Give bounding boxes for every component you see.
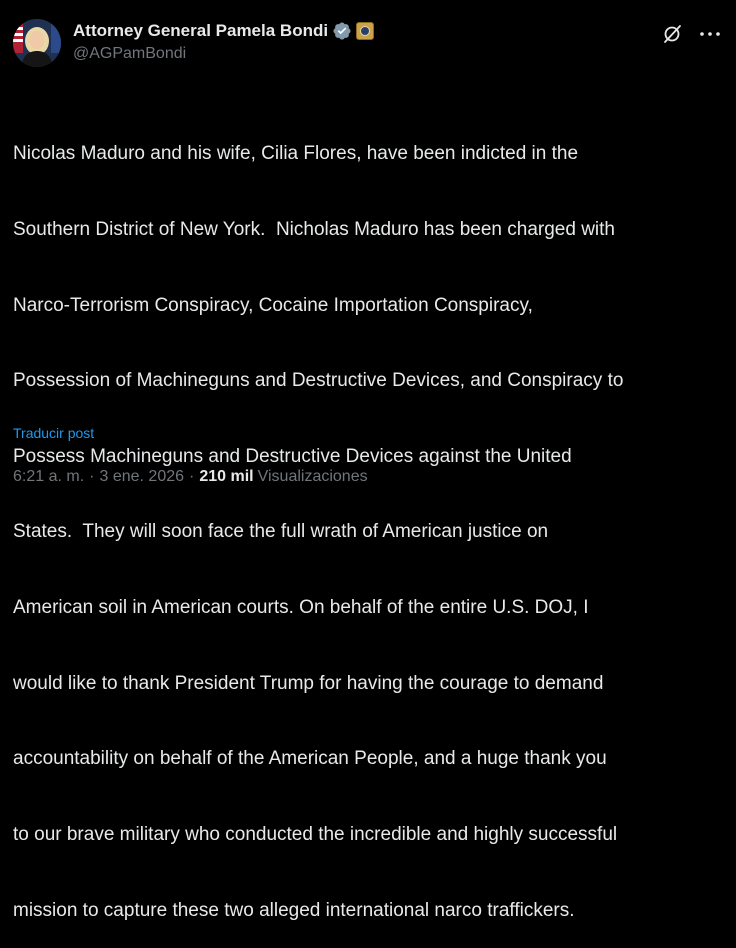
meta-separator: · [89, 468, 95, 485]
views-label: Visualizaciones [257, 468, 368, 485]
tweet-line: mission to capture these two alleged int… [13, 899, 575, 921]
tweet-line: to our brave military who conducted the … [13, 823, 618, 845]
tweet-header: Attorney General Pamela Bondi @AGPamBond… [13, 13, 723, 69]
author-name-row: Attorney General Pamela Bondi [73, 19, 375, 43]
tweet-line: accountability on behalf of the American… [13, 748, 607, 770]
grok-slash-icon[interactable] [661, 23, 683, 45]
more-dots-icon[interactable] [697, 23, 723, 45]
author-handle[interactable]: @AGPamBondi [73, 45, 374, 63]
translate-post-link[interactable]: Traducir post [13, 425, 94, 441]
verified-badge-icon[interactable] [332, 21, 352, 41]
doj-seal-badge-icon[interactable] [356, 22, 375, 40]
tweet-line: Narco-Terrorism Conspiracy, Cocaine Impo… [13, 294, 533, 316]
tweet-text: Nicolas Maduro and his wife, Cilia Flore… [13, 91, 725, 948]
avatar-image [13, 19, 61, 67]
tweet-line: Southern District of New York. Nicholas … [13, 219, 615, 241]
meta-separator: · [189, 468, 195, 485]
author-display-name[interactable]: Attorney General Pamela Bondi [73, 21, 328, 41]
tweet-line: States. They will soon face the full wra… [13, 521, 549, 543]
tweet-line: American soil in American courts. On beh… [13, 597, 589, 619]
tweet-line: Possess Machineguns and Destructive Devi… [13, 445, 572, 467]
tweet-meta: 6:21 a. m. · 3 ene. 2026 · 210 mil Visua… [13, 468, 368, 486]
post-date[interactable]: 3 ene. 2026 [99, 468, 184, 486]
views-count[interactable]: 210 mil [199, 468, 253, 486]
tweet-line: Possession of Machineguns and Destructiv… [13, 370, 624, 392]
author-info: Attorney General Pamela Bondi @AGPamBond… [73, 19, 375, 63]
post-time[interactable]: 6:21 a. m. [13, 468, 84, 486]
tweet-line: would like to thank President Trump for … [13, 672, 604, 694]
tweet-line: Nicolas Maduro and his wife, Cilia Flore… [13, 143, 579, 165]
avatar[interactable] [13, 19, 61, 67]
